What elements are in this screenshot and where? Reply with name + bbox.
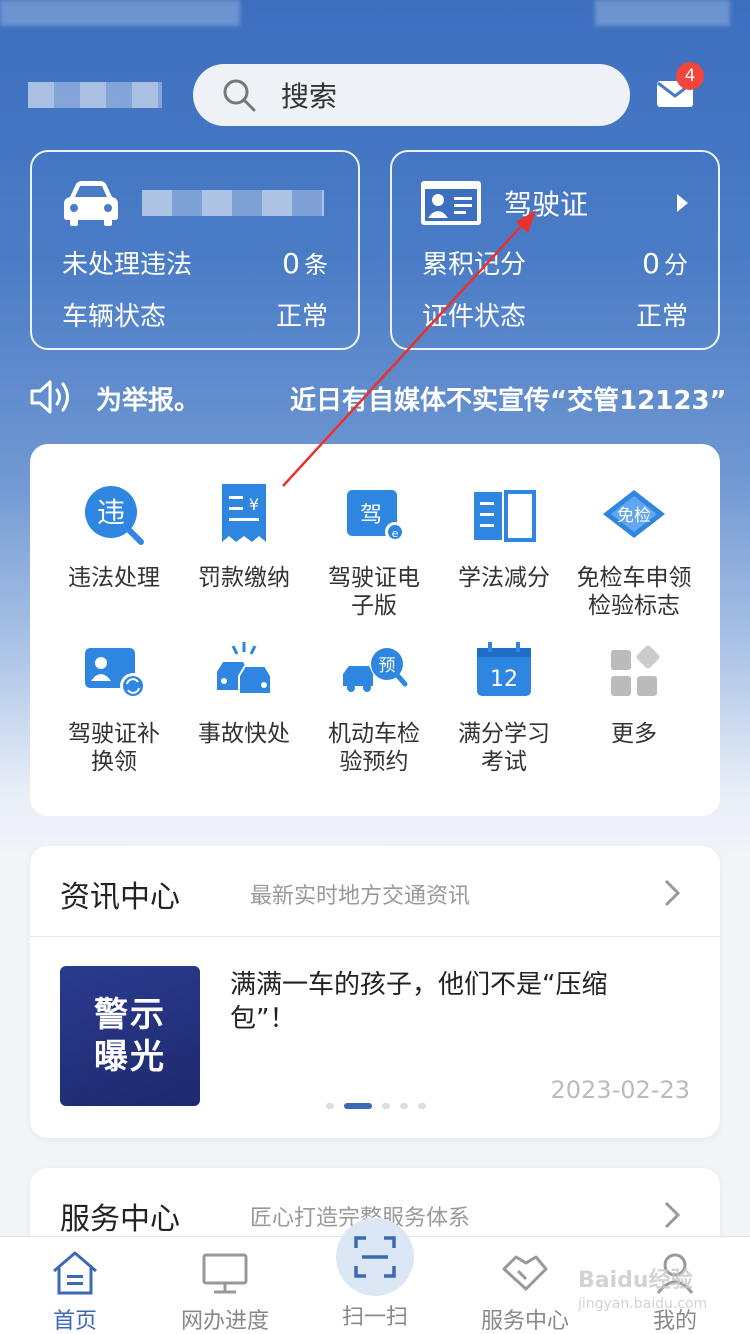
news-thumbnail[interactable]: 警示 曝光 [60, 966, 200, 1106]
notice-text[interactable]: 近日有自媒体不实宣传“交管12123” [290, 380, 727, 417]
news-date: 2023-02-23 [550, 1076, 690, 1104]
services-grid: 违 违法处理 ¥ 罚款缴纳 驾 e 驾驶证电 子版 学法减分 免检 免检车申领 … [30, 444, 720, 816]
service-license-replace[interactable]: 驾驶证补 换领 [45, 636, 183, 776]
id-card-icon [421, 181, 481, 225]
tab-label: 扫一扫 [341, 1305, 408, 1330]
news-center: 资讯中心 最新实时地方交通资讯 警示 曝光 满满一车的孩子，他们不是“压缩包”！… [30, 846, 720, 1138]
svg-text:预: 预 [379, 656, 396, 676]
svg-text:¥: ¥ [249, 495, 259, 514]
service-center-title: 服务中心 [60, 1202, 180, 1237]
news-section-subtitle: 最新实时地方交通资讯 [250, 884, 471, 909]
points-label: 累积记分 [422, 250, 527, 280]
tab-home[interactable]: 首页 [0, 1237, 150, 1334]
scan-icon [354, 1236, 396, 1278]
book-icon [474, 490, 536, 542]
status-bar-blur [595, 0, 730, 26]
news-headline[interactable]: 满满一车的孩子，他们不是“压缩包”！ [230, 968, 670, 1036]
service-full-score-exam[interactable]: 12 满分学习 考试 [435, 636, 573, 776]
arrow-right-icon [677, 194, 688, 212]
license-status-label: 证件状态 [422, 302, 527, 332]
search-bar[interactable]: 搜索 [193, 64, 630, 126]
location-blur [28, 82, 162, 108]
points-value: 0 [642, 247, 660, 280]
carousel-dot-active[interactable] [344, 1103, 372, 1109]
carousel-dot[interactable] [382, 1103, 390, 1109]
chevron-right-icon[interactable] [662, 878, 682, 908]
exempt-inspection-icon: 免检 [603, 490, 665, 538]
tab-label: 网办进度 [180, 1309, 269, 1334]
plate-number-blur [142, 190, 324, 216]
service-label: 学法减分 [458, 565, 550, 591]
vehicle-card[interactable]: 未处理违法 0条 车辆状态 正常 [30, 150, 360, 350]
vehicle-status-label: 车辆状态 [62, 302, 167, 332]
accident-icon [217, 642, 272, 695]
service-label: 驾驶证电 子版 [328, 565, 420, 619]
scan-button[interactable] [336, 1218, 414, 1296]
service-study-reduce-points[interactable]: 学法减分 [435, 480, 573, 592]
service-label: 驾驶证补 换领 [68, 721, 160, 775]
service-label: 免检车申领 检验标志 [576, 565, 692, 619]
calendar-12-icon: 12 [477, 642, 531, 696]
monitor-icon [202, 1253, 248, 1294]
license-replace-icon [85, 648, 146, 699]
points-unit: 分 [664, 251, 688, 279]
baidu-watermark: Baidu经验 [578, 1268, 693, 1293]
service-e-license[interactable]: 驾 e 驾驶证电 子版 [305, 480, 443, 620]
vehicle-status-value: 正常 [275, 302, 328, 332]
service-exempt-inspection[interactable]: 免检 免检车申领 检验标志 [565, 480, 703, 620]
violations-label: 未处理违法 [62, 250, 193, 280]
service-label: 违法处理 [68, 565, 160, 591]
violation-icon: 违 [85, 486, 144, 545]
license-card-title: 驾驶证 [504, 188, 589, 221]
inspection-booking-icon: 预 [343, 648, 408, 692]
carousel-dot[interactable] [418, 1103, 426, 1109]
service-inspection-booking[interactable]: 预 机动车检 验预约 [305, 636, 443, 776]
svg-text:免检: 免检 [617, 506, 651, 526]
baidu-watermark-url: jingyan.baidu.com [578, 1296, 708, 1312]
carousel-dot[interactable] [326, 1103, 334, 1109]
service-fine-payment[interactable]: ¥ 罚款缴纳 [175, 480, 313, 592]
e-license-icon: 驾 e [347, 490, 405, 542]
violations-count: 0 [282, 247, 300, 280]
service-more[interactable]: 更多 [565, 636, 703, 748]
service-label: 更多 [611, 721, 657, 747]
speaker-icon [30, 380, 69, 414]
svg-text:e: e [392, 527, 399, 540]
search-placeholder: 搜索 [281, 80, 338, 113]
svg-text:12: 12 [490, 667, 518, 692]
fine-receipt-icon: ¥ [222, 484, 266, 542]
service-label: 事故快处 [198, 721, 290, 747]
car-icon [64, 181, 118, 226]
news-section-title: 资讯中心 [60, 880, 180, 915]
tab-progress[interactable]: 网办进度 [150, 1237, 300, 1334]
chevron-right-icon[interactable] [662, 1200, 682, 1230]
mail-badge: 4 [676, 62, 704, 90]
home-icon [53, 1251, 97, 1295]
notice-text-tail[interactable]: 为举报。 [96, 380, 200, 417]
status-bar-blur [0, 0, 240, 26]
svg-text:违: 违 [97, 496, 125, 529]
carousel-dot[interactable] [400, 1103, 408, 1109]
service-label: 机动车检 验预约 [328, 721, 420, 775]
service-accident[interactable]: 事故快处 [175, 636, 313, 748]
service-violation[interactable]: 违 违法处理 [45, 480, 183, 592]
more-grid-icon [611, 645, 660, 696]
violations-unit: 条 [304, 251, 328, 279]
license-status-value: 正常 [635, 302, 688, 332]
service-label: 满分学习 考试 [458, 721, 550, 775]
svg-text:驾: 驾 [360, 503, 382, 528]
search-icon [221, 77, 257, 113]
handshake-icon [502, 1255, 548, 1291]
license-card[interactable]: 驾驶证 累积记分 0分 证件状态 正常 [390, 150, 720, 350]
divider [30, 936, 720, 937]
service-label: 罚款缴纳 [198, 565, 290, 591]
tab-label: 首页 [52, 1309, 97, 1334]
carousel-dots [326, 1103, 436, 1109]
